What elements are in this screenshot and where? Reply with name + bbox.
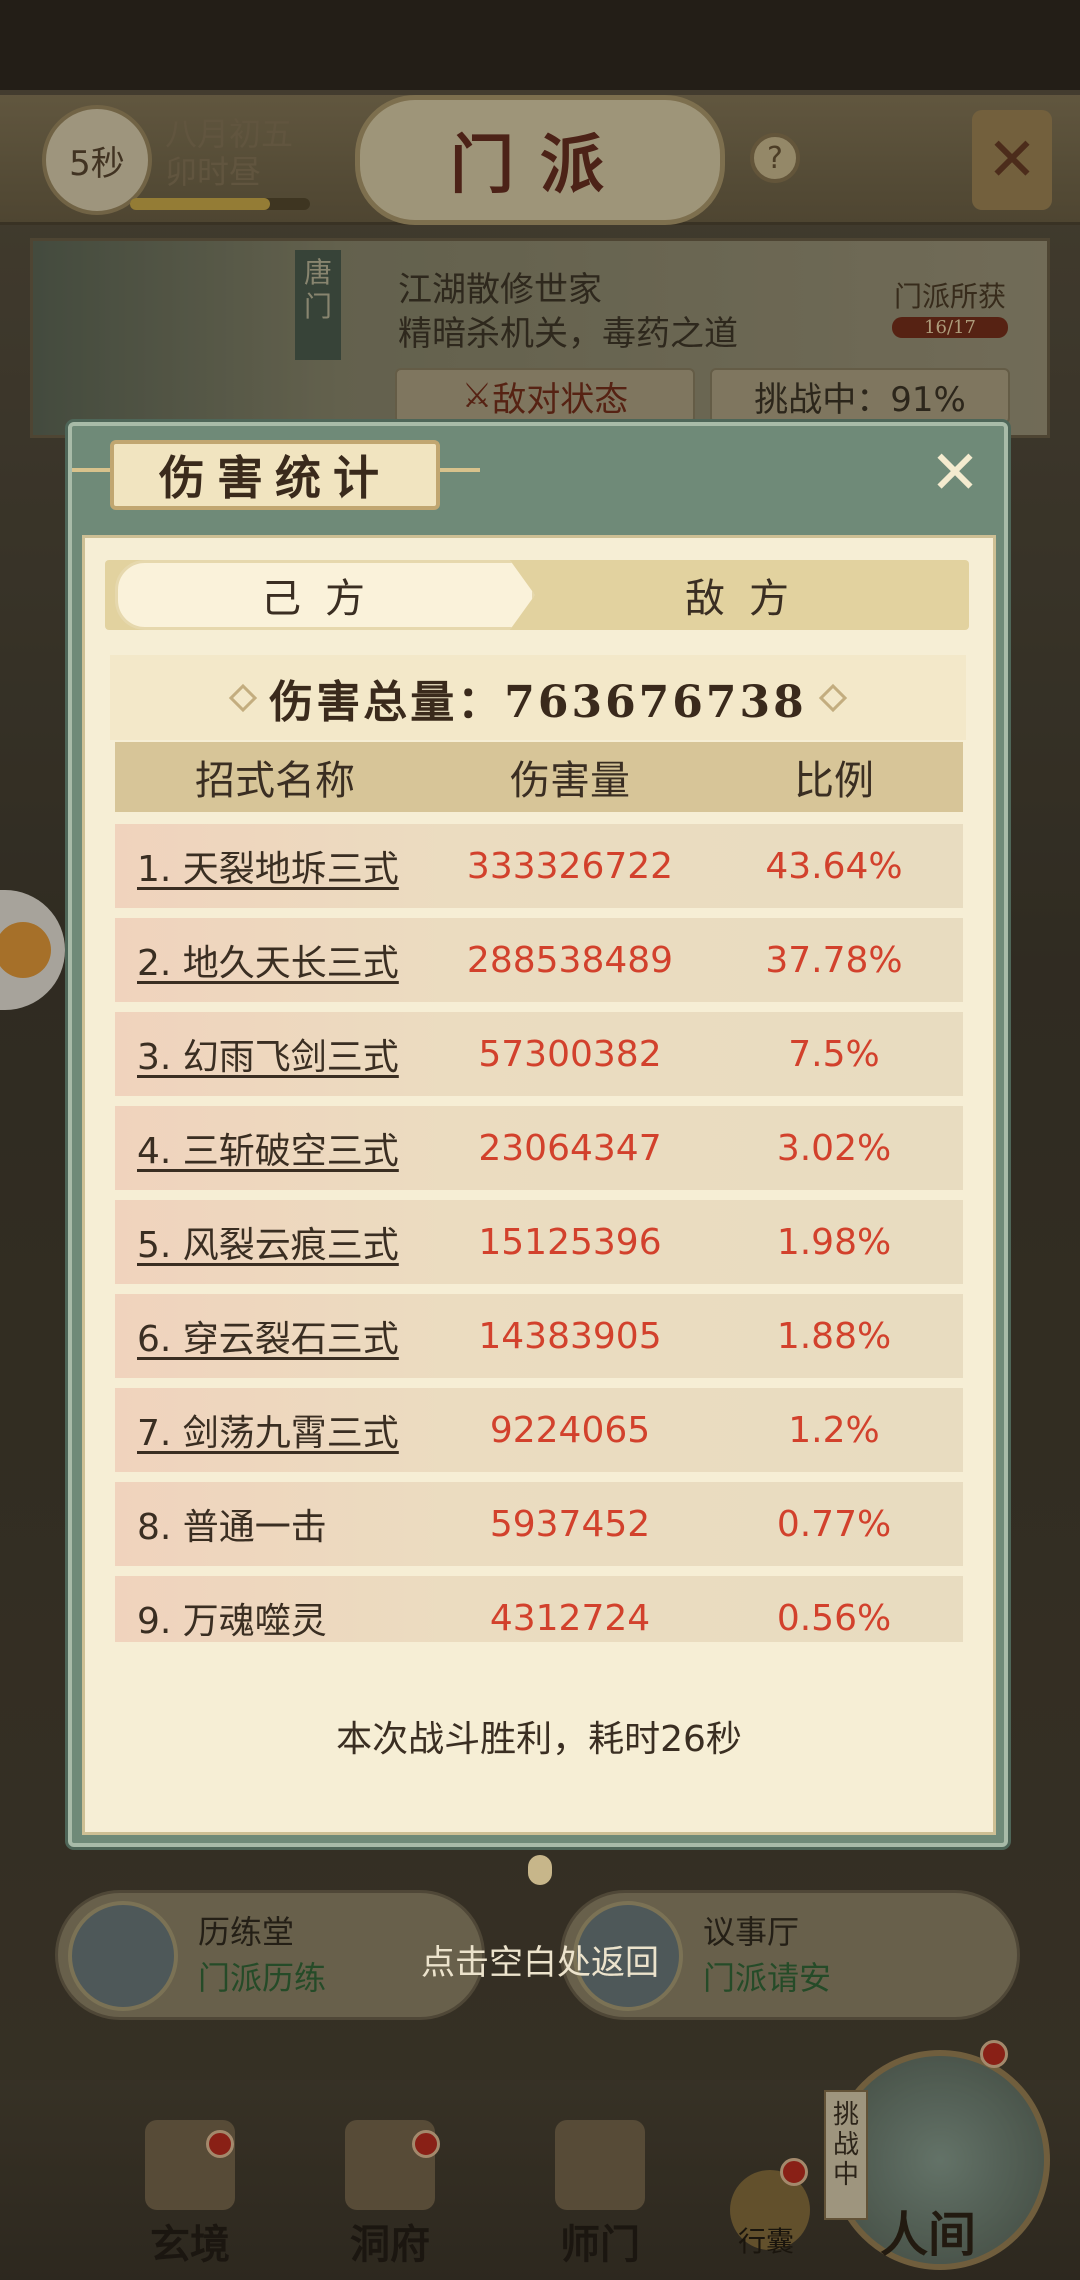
damage-value: 5937452 xyxy=(489,1503,651,1545)
return-hint: 点击空白处返回 xyxy=(421,1943,659,1983)
ratio-value: 0.56% xyxy=(776,1597,892,1639)
total-damage: 伤害总量：763676738 xyxy=(110,655,966,740)
dialog-title: 伤害统计 xyxy=(110,440,440,510)
table-row: 2. 地久天长三式 288538489 37.78% xyxy=(115,918,963,1002)
skill-name-link[interactable]: 4. 三斩破空三式 xyxy=(115,1122,435,1174)
table-row: 8. 普通一击 5937452 0.77% xyxy=(115,1482,963,1566)
title-ornament xyxy=(440,468,480,472)
header-damage: 伤害量 xyxy=(510,758,630,804)
table-row: 1. 天裂地坼三式 333326722 43.64% xyxy=(115,824,963,908)
ratio-value: 0.77% xyxy=(776,1503,892,1545)
table-row: 5. 风裂云痕三式 15125396 1.98% xyxy=(115,1200,963,1284)
table-row: 3. 幻雨飞剑三式 57300382 7.5% xyxy=(115,1012,963,1096)
table-row: 9. 万魂噬灵 4312724 0.56% xyxy=(115,1576,963,1642)
damage-value: 15125396 xyxy=(478,1221,662,1263)
table-header: 招式名称 伤害量 比例 xyxy=(115,742,963,812)
skill-name: 9. 万魂噬灵 xyxy=(137,1601,327,1642)
title-ornament xyxy=(72,468,112,472)
dialog-ornament xyxy=(528,1855,552,1885)
diamond-ornament-icon xyxy=(818,683,847,712)
table-row: 7. 剑荡九霄三式 9224065 1.2% xyxy=(115,1388,963,1472)
ratio-value: 3.02% xyxy=(776,1127,892,1169)
damage-value: 333326722 xyxy=(466,845,674,887)
skill-name-link[interactable]: 1. 天裂地坼三式 xyxy=(115,840,435,892)
damage-value: 23064347 xyxy=(478,1127,662,1169)
damage-value: 4312724 xyxy=(489,1597,651,1639)
close-icon[interactable]: ✕ xyxy=(922,438,988,508)
skill-name: 8. 普通一击 xyxy=(137,1507,327,1548)
battle-result-text: 本次战斗胜利，耗时26秒 xyxy=(336,1719,742,1760)
table-row: 4. 三斩破空三式 23064347 3.02% xyxy=(115,1106,963,1190)
skill-name-link[interactable]: 2. 地久天长三式 xyxy=(115,934,435,986)
diamond-ornament-icon xyxy=(229,683,258,712)
ratio-value: 1.88% xyxy=(776,1315,892,1357)
skill-name-link[interactable]: 3. 幻雨飞剑三式 xyxy=(115,1028,435,1080)
header-ratio: 比例 xyxy=(794,758,874,804)
damage-table[interactable]: 招式名称 伤害量 比例 1. 天裂地坼三式 333326722 43.64% 2… xyxy=(110,742,970,1642)
ratio-value: 37.78% xyxy=(765,939,903,981)
damage-value: 9224065 xyxy=(489,1409,651,1451)
skill-name-link[interactable]: 6. 穿云裂石三式 xyxy=(115,1310,435,1362)
ratio-value: 1.98% xyxy=(776,1221,892,1263)
ratio-value: 1.2% xyxy=(788,1409,880,1451)
table-rows: 1. 天裂地坼三式 333326722 43.64% 2. 地久天长三式 288… xyxy=(115,824,963,1642)
side-tabs: 己方 敌方 xyxy=(105,560,969,630)
total-damage-text: 伤害总量：763676738 xyxy=(269,676,807,728)
table-row: 6. 穿云裂石三式 14383905 1.88% xyxy=(115,1294,963,1378)
skill-name-link[interactable]: 7. 剑荡九霄三式 xyxy=(115,1404,435,1456)
ratio-value: 43.64% xyxy=(765,845,903,887)
ratio-value: 7.5% xyxy=(788,1033,880,1075)
tab-own-side[interactable]: 己方 xyxy=(115,560,535,630)
damage-value: 288538489 xyxy=(466,939,674,981)
damage-value: 14383905 xyxy=(478,1315,662,1357)
header-skill-name: 招式名称 xyxy=(195,758,355,804)
tab-enemy-side[interactable]: 敌方 xyxy=(539,560,959,630)
damage-value: 57300382 xyxy=(478,1033,662,1075)
skill-name-link[interactable]: 5. 风裂云痕三式 xyxy=(115,1216,435,1268)
